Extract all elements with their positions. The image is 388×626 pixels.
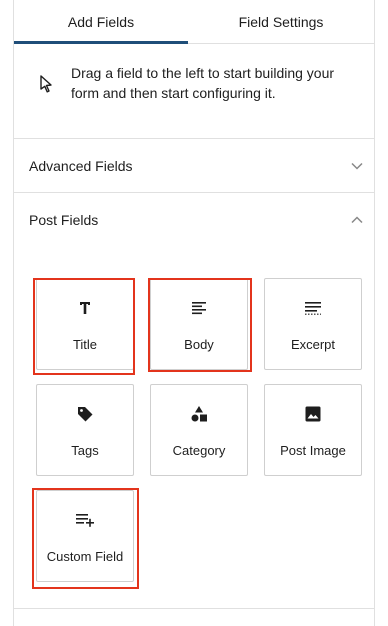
active-tab-indicator	[14, 41, 188, 44]
field-button-category[interactable]: Category	[150, 384, 248, 476]
form-fields-panel: Add Fields Field Settings Drag a field t…	[13, 0, 375, 626]
category-icon	[191, 406, 207, 422]
chevron-down-icon	[351, 162, 363, 170]
field-button-body[interactable]: Body	[150, 278, 248, 370]
section-label: Advanced Fields	[29, 158, 133, 174]
tab-add-fields[interactable]: Add Fields	[14, 0, 188, 44]
tab-field-settings[interactable]: Field Settings	[188, 0, 374, 44]
section-post-fields[interactable]: Post Fields	[14, 193, 374, 247]
field-label: Custom Field	[46, 549, 124, 564]
field-button-title[interactable]: Title	[36, 278, 134, 370]
field-button-custom-field[interactable]: Custom Field	[36, 490, 134, 582]
excerpt-icon	[305, 302, 321, 315]
field-button-post-image[interactable]: Post Image	[264, 384, 362, 476]
field-label: Excerpt	[290, 337, 336, 352]
title-icon	[80, 302, 90, 314]
field-button-excerpt[interactable]: Excerpt	[264, 278, 362, 370]
body-text-icon	[192, 302, 206, 315]
custom-field-icon	[76, 514, 94, 527]
section-label: Post Fields	[29, 212, 99, 228]
section-advanced-fields[interactable]: Advanced Fields	[14, 139, 374, 193]
field-label: Post Image	[280, 443, 346, 458]
field-label: Category	[172, 443, 226, 458]
divider	[14, 608, 374, 609]
field-label: Body	[184, 337, 214, 352]
hint-text: Drag a field to the left to start buildi…	[71, 65, 335, 101]
tag-icon	[78, 407, 93, 422]
field-label: Title	[72, 337, 98, 352]
chevron-up-icon	[351, 216, 363, 224]
tab-bar: Add Fields Field Settings	[14, 0, 374, 44]
drag-hint: Drag a field to the left to start buildi…	[14, 45, 374, 139]
field-label: Tags	[71, 443, 99, 458]
image-icon	[305, 406, 321, 422]
field-button-tags[interactable]: Tags	[36, 384, 134, 476]
cursor-arrow-icon	[40, 75, 52, 93]
